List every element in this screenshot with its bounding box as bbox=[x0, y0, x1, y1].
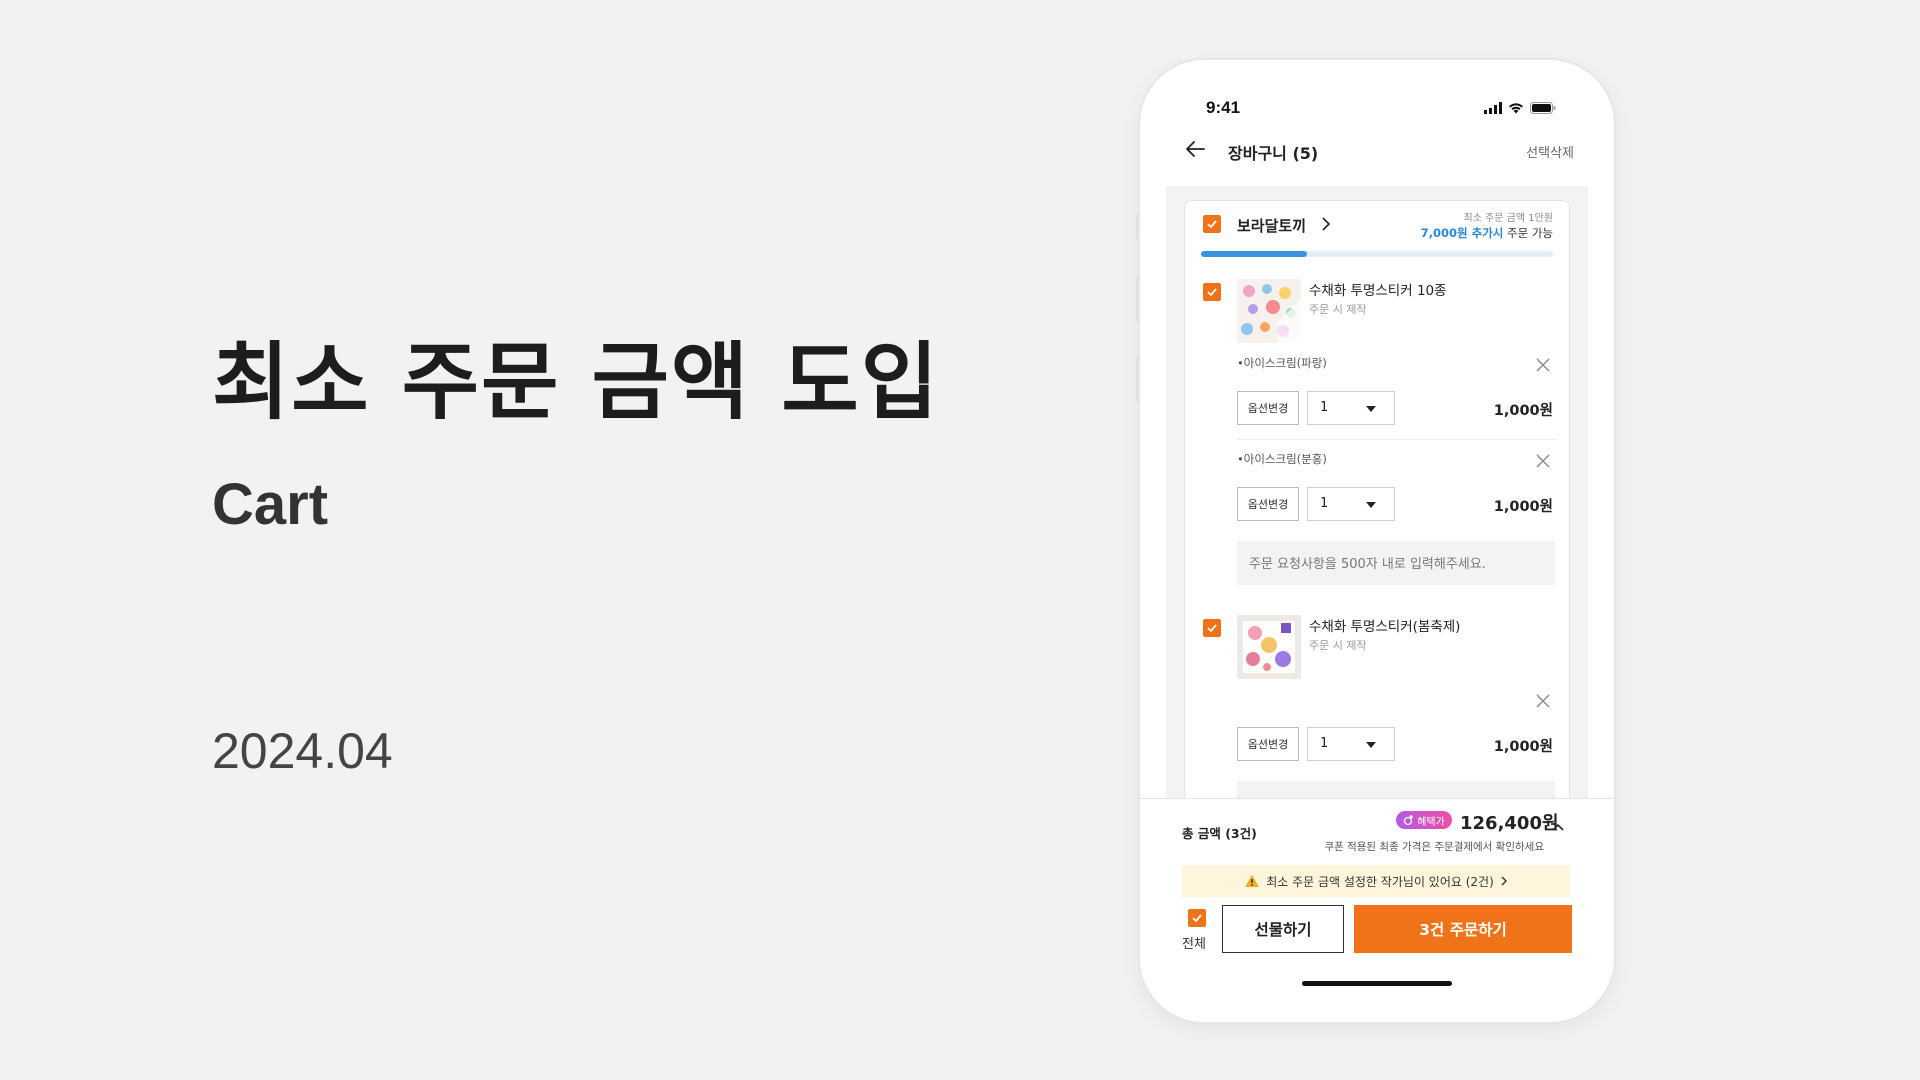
phone-frame: 9:41 장바구니 (5) 선택삭제 보라달토끼 최소 주문 금액 1만원 7,… bbox=[1140, 60, 1614, 1022]
warning-icon bbox=[1245, 875, 1260, 887]
signal-icon bbox=[1484, 102, 1502, 114]
page-title: 장바구니 (5) bbox=[1228, 144, 1319, 163]
order-summary-panel: 총 금액 (3건) 혜택가 126,400원 쿠폰 적용된 최종 가격은 주문결… bbox=[1140, 798, 1614, 1022]
option-name: •아이스크림(분홍) bbox=[1237, 452, 1327, 466]
dropdown-arrow-icon bbox=[1366, 742, 1376, 748]
shop-name[interactable]: 보라달토끼 bbox=[1237, 215, 1306, 236]
status-bar: 9:41 bbox=[1140, 60, 1614, 132]
order-memo-field-partial[interactable] bbox=[1237, 781, 1555, 798]
close-icon[interactable] bbox=[1535, 453, 1551, 469]
option-change-button[interactable]: 옵션변경 bbox=[1237, 487, 1299, 521]
product-thumbnail[interactable] bbox=[1237, 615, 1301, 679]
select-all-checkbox[interactable] bbox=[1188, 909, 1206, 927]
product-subtext: 주문 시 제작 bbox=[1309, 639, 1367, 652]
close-icon[interactable] bbox=[1535, 693, 1551, 709]
check-icon bbox=[1207, 288, 1217, 297]
quantity-value: 1 bbox=[1320, 736, 1329, 751]
select-all-label[interactable]: 전체 bbox=[1182, 933, 1206, 952]
hero-subtitle: Cart bbox=[212, 472, 329, 537]
chevron-right-icon[interactable] bbox=[1321, 217, 1331, 231]
quantity-select[interactable]: 1 bbox=[1307, 391, 1395, 425]
check-icon bbox=[1207, 220, 1217, 229]
chevron-right-icon bbox=[1501, 876, 1507, 886]
option-price: 1,000원 bbox=[1493, 403, 1553, 419]
option-change-button[interactable]: 옵션변경 bbox=[1237, 391, 1299, 425]
dropdown-arrow-icon bbox=[1366, 502, 1376, 508]
benefit-badge-label: 혜택가 bbox=[1417, 816, 1445, 828]
product-image bbox=[1237, 615, 1301, 679]
status-icons bbox=[1484, 102, 1556, 114]
home-indicator[interactable] bbox=[1302, 981, 1452, 986]
check-icon bbox=[1192, 914, 1202, 923]
order-memo-field[interactable]: 주문 요청사항을 500자 내로 입력해주세요. bbox=[1237, 541, 1555, 585]
min-order-highlight: 7,000원 추가시 bbox=[1420, 226, 1504, 240]
status-time: 9:41 bbox=[1206, 98, 1241, 117]
quantity-select[interactable]: 1 bbox=[1307, 727, 1395, 761]
product-thumbnail[interactable] bbox=[1237, 279, 1301, 343]
chevron-up-icon[interactable] bbox=[1552, 823, 1564, 831]
quantity-select[interactable]: 1 bbox=[1307, 487, 1395, 521]
benefit-icon bbox=[1404, 815, 1414, 826]
min-order-warning[interactable]: 최소 주문 금액 설정한 작가님이 있어요 (2건) bbox=[1182, 865, 1570, 897]
product-subtext: 주문 시 제작 bbox=[1309, 303, 1367, 316]
check-icon bbox=[1207, 624, 1217, 633]
product-name[interactable]: 수채화 투명스티커 10종 bbox=[1309, 279, 1447, 299]
option-price: 1,000원 bbox=[1493, 499, 1553, 515]
dropdown-arrow-icon bbox=[1366, 406, 1376, 412]
order-button[interactable]: 3건 주문하기 bbox=[1354, 905, 1572, 953]
quantity-value: 1 bbox=[1320, 400, 1329, 415]
warning-text: 최소 주문 금액 설정한 작가님이 있어요 (2건) bbox=[1266, 874, 1494, 889]
battery-icon bbox=[1530, 102, 1556, 114]
hero-title: 최소 주문 금액 도입 bbox=[212, 333, 940, 431]
product-checkbox[interactable] bbox=[1203, 283, 1221, 301]
total-note: 쿠폰 적용된 최종 가격은 주문결제에서 확인하세요 bbox=[1324, 841, 1544, 853]
option-price: 1,000원 bbox=[1493, 739, 1553, 755]
option-name: •아이스크림(파랑) bbox=[1237, 356, 1327, 370]
min-order-progress bbox=[1201, 251, 1553, 257]
cart-content[interactable]: 보라달토끼 최소 주문 금액 1만원 7,000원 추가시 주문 가능 수채화 … bbox=[1166, 186, 1588, 798]
product-checkbox[interactable] bbox=[1203, 619, 1221, 637]
option-change-button[interactable]: 옵션변경 bbox=[1237, 727, 1299, 761]
min-order-info: 7,000원 추가시 주문 가능 bbox=[1421, 225, 1553, 241]
product-image bbox=[1237, 279, 1301, 343]
gift-button[interactable]: 선물하기 bbox=[1222, 905, 1344, 953]
shop-checkbox[interactable] bbox=[1203, 215, 1221, 233]
total-label: 총 금액 (3건) bbox=[1182, 826, 1257, 841]
min-order-progress-fill bbox=[1201, 251, 1307, 257]
hero-date: 2024.04 bbox=[212, 723, 393, 779]
wifi-icon bbox=[1509, 103, 1523, 114]
delete-selected-button[interactable]: 선택삭제 bbox=[1526, 142, 1574, 161]
product-name[interactable]: 수채화 투명스티커(봄축제) bbox=[1309, 615, 1460, 635]
benefit-badge: 혜택가 bbox=[1396, 811, 1452, 829]
close-icon[interactable] bbox=[1535, 357, 1551, 373]
min-order-suffix: 주문 가능 bbox=[1503, 226, 1553, 240]
quantity-value: 1 bbox=[1320, 496, 1329, 511]
total-price: 126,400원 bbox=[1460, 813, 1559, 834]
shop-card: 보라달토끼 최소 주문 금액 1만원 7,000원 추가시 주문 가능 수채화 … bbox=[1184, 200, 1570, 798]
back-arrow-icon[interactable] bbox=[1184, 138, 1206, 160]
divider bbox=[1237, 439, 1557, 440]
min-order-note: 최소 주문 금액 1만원 bbox=[1463, 213, 1554, 224]
